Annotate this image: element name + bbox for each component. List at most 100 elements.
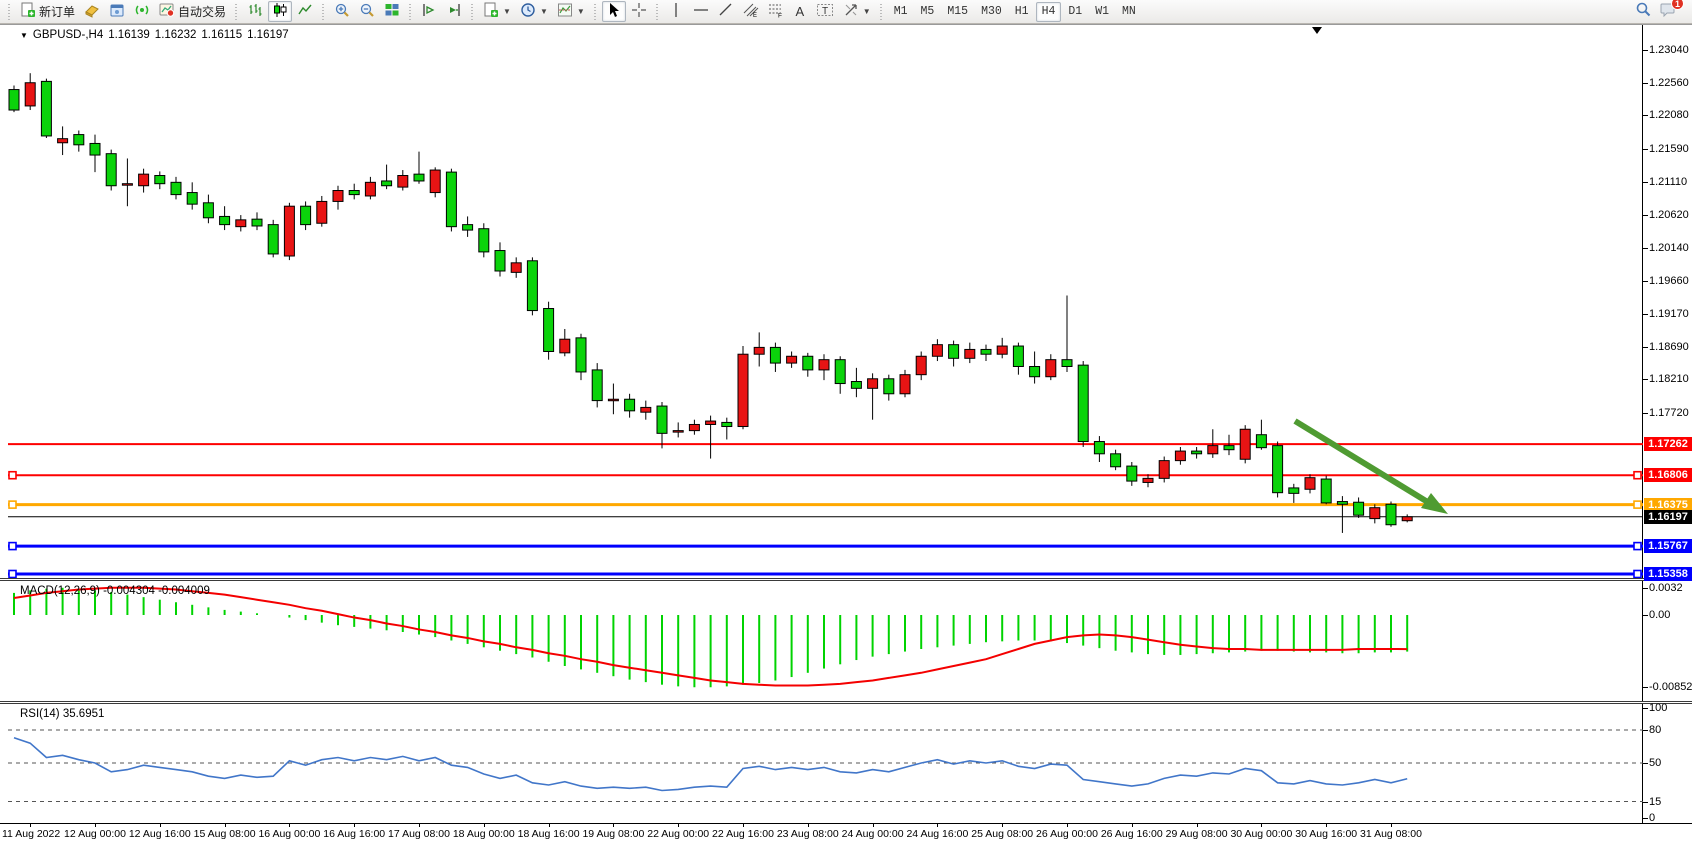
trendline-tool-button[interactable] [714, 1, 738, 22]
channel-tool-button[interactable]: E [739, 1, 763, 22]
timeframe-h1-button[interactable]: H1 [1009, 2, 1035, 22]
line-chart-button[interactable] [293, 1, 317, 22]
tile-windows-button[interactable] [380, 1, 404, 22]
timeframe-m1-button[interactable]: M1 [888, 2, 914, 22]
text-label-tool-button[interactable]: T [812, 1, 838, 22]
price-tick: 1.21110 [1649, 176, 1687, 188]
hline-handle[interactable] [1634, 501, 1641, 508]
arrows-tool-button[interactable]: ▼ [839, 1, 875, 22]
hline-handle[interactable] [1634, 472, 1641, 479]
symbol-dropdown-icon[interactable]: ▼ [20, 31, 28, 40]
notifications-icon[interactable]: 1 [1660, 1, 1678, 22]
candle-body [965, 349, 975, 358]
main-chart-plot[interactable]: ▼ GBPUSD-,H4 1.16139 1.16232 1.16115 1.1… [8, 25, 1643, 578]
horizontal-lines-layer[interactable] [8, 444, 1643, 577]
hline-handle[interactable] [1634, 543, 1641, 550]
trendline-icon [718, 2, 734, 21]
candle-body [884, 379, 894, 394]
candle-body [932, 345, 942, 357]
candle-body [770, 347, 780, 363]
vertical-line-tool-button[interactable] [664, 1, 688, 22]
toolbar-grip[interactable] [7, 4, 12, 20]
price-line-tag: 1.16806 [1644, 468, 1692, 482]
ohlc-low: 1.16115 [201, 29, 242, 41]
candles-layer [9, 73, 1412, 533]
price-tick: 1.22560 [1649, 77, 1689, 89]
auto-trading-button[interactable]: 自动交易 [155, 1, 230, 22]
price-tick: 1.21590 [1649, 143, 1689, 155]
svg-text:E: E [753, 13, 757, 18]
search-icon[interactable] [1635, 1, 1652, 23]
toolbar-grip[interactable] [470, 4, 475, 20]
hline-handle[interactable] [9, 543, 16, 550]
timeframe-m30-button[interactable]: M30 [975, 2, 1008, 22]
time-label: 19 Aug 08:00 [582, 828, 644, 840]
signal-button[interactable] [130, 1, 154, 22]
candlestick-chart-button[interactable] [268, 1, 292, 22]
timeframe-h4-button[interactable]: H4 [1036, 2, 1062, 22]
candle-body [738, 354, 748, 426]
crosshair-icon [631, 2, 647, 21]
candlestick-chart[interactable] [8, 25, 1643, 579]
toolbar-grip[interactable] [593, 4, 598, 20]
time-label: 16 Aug 00:00 [258, 828, 320, 840]
auto-trading-icon [159, 2, 175, 21]
candle-body [1321, 479, 1331, 503]
toolbar-grip[interactable] [408, 4, 413, 20]
timeframe-m5-button[interactable]: M5 [915, 2, 941, 22]
hline-handle[interactable] [9, 501, 16, 508]
candle-body [74, 135, 84, 145]
rsi-tickmark [1643, 708, 1648, 709]
rsi-axis-tick: 80 [1649, 724, 1661, 736]
chart-shift-button[interactable] [417, 1, 441, 22]
timeframe-mn-button[interactable]: MN [1116, 2, 1142, 22]
candle-body [252, 219, 262, 226]
time-tickmark [1002, 824, 1003, 827]
toolbar-grip[interactable] [879, 4, 884, 20]
toolbar-grip[interactable] [321, 4, 326, 20]
indicators-button[interactable]: ▼ [553, 1, 589, 22]
toolbar-grip[interactable] [234, 4, 239, 20]
bar-chart-button[interactable] [243, 1, 267, 22]
time-label: 23 Aug 08:00 [777, 828, 839, 840]
rsi-line [14, 738, 1407, 791]
hline-handle[interactable] [9, 472, 16, 479]
candle-body [673, 431, 683, 433]
candle-body [220, 216, 230, 224]
vertical-line-icon [668, 2, 684, 21]
candle-body [349, 191, 359, 195]
new-order-button[interactable]: 新订单 [16, 1, 79, 22]
timeframe-w1-button[interactable]: W1 [1089, 2, 1115, 22]
macd-plot[interactable]: MACD(12,26,9) -0.004304 -0.004009 [8, 581, 1643, 701]
macd-label: MACD(12,26,9) -0.004304 -0.004009 [20, 585, 210, 597]
candle-body [495, 251, 505, 271]
crosshair-tool-button[interactable] [627, 1, 651, 22]
toolbar-grip[interactable] [655, 4, 660, 20]
time-tickmark [419, 824, 420, 827]
candle-body [430, 170, 440, 193]
time-axis[interactable]: 11 Aug 202212 Aug 00:0012 Aug 16:0015 Au… [0, 823, 1692, 846]
styles-button[interactable] [80, 1, 104, 22]
hline-handle[interactable] [1634, 570, 1641, 577]
timeframe-m15-button[interactable]: M15 [941, 2, 974, 22]
horizontal-line-tool-button[interactable] [689, 1, 713, 22]
cursor-tool-button[interactable] [602, 1, 626, 22]
candle-body [284, 206, 294, 256]
profile-button[interactable] [105, 1, 129, 22]
clock-icon [520, 2, 536, 21]
zoom-out-button[interactable] [355, 1, 379, 22]
candle-body [1208, 446, 1218, 454]
periods-button[interactable]: ▼ [516, 1, 552, 22]
zoom-in-button[interactable] [330, 1, 354, 22]
timeframe-d1-button[interactable]: D1 [1062, 2, 1088, 22]
candle-body [317, 201, 327, 223]
auto-scroll-button[interactable] [442, 1, 466, 22]
candle-body [90, 143, 100, 155]
hline-handle[interactable] [9, 570, 16, 577]
text-tool-button[interactable]: A [789, 1, 811, 22]
rsi-plot[interactable]: RSI(14) 35.6951 [8, 704, 1643, 823]
fibonacci-tool-button[interactable]: F [764, 1, 788, 22]
candle-body [1402, 517, 1412, 521]
templates-button[interactable]: ▼ [479, 1, 515, 22]
candle-body [203, 203, 213, 218]
